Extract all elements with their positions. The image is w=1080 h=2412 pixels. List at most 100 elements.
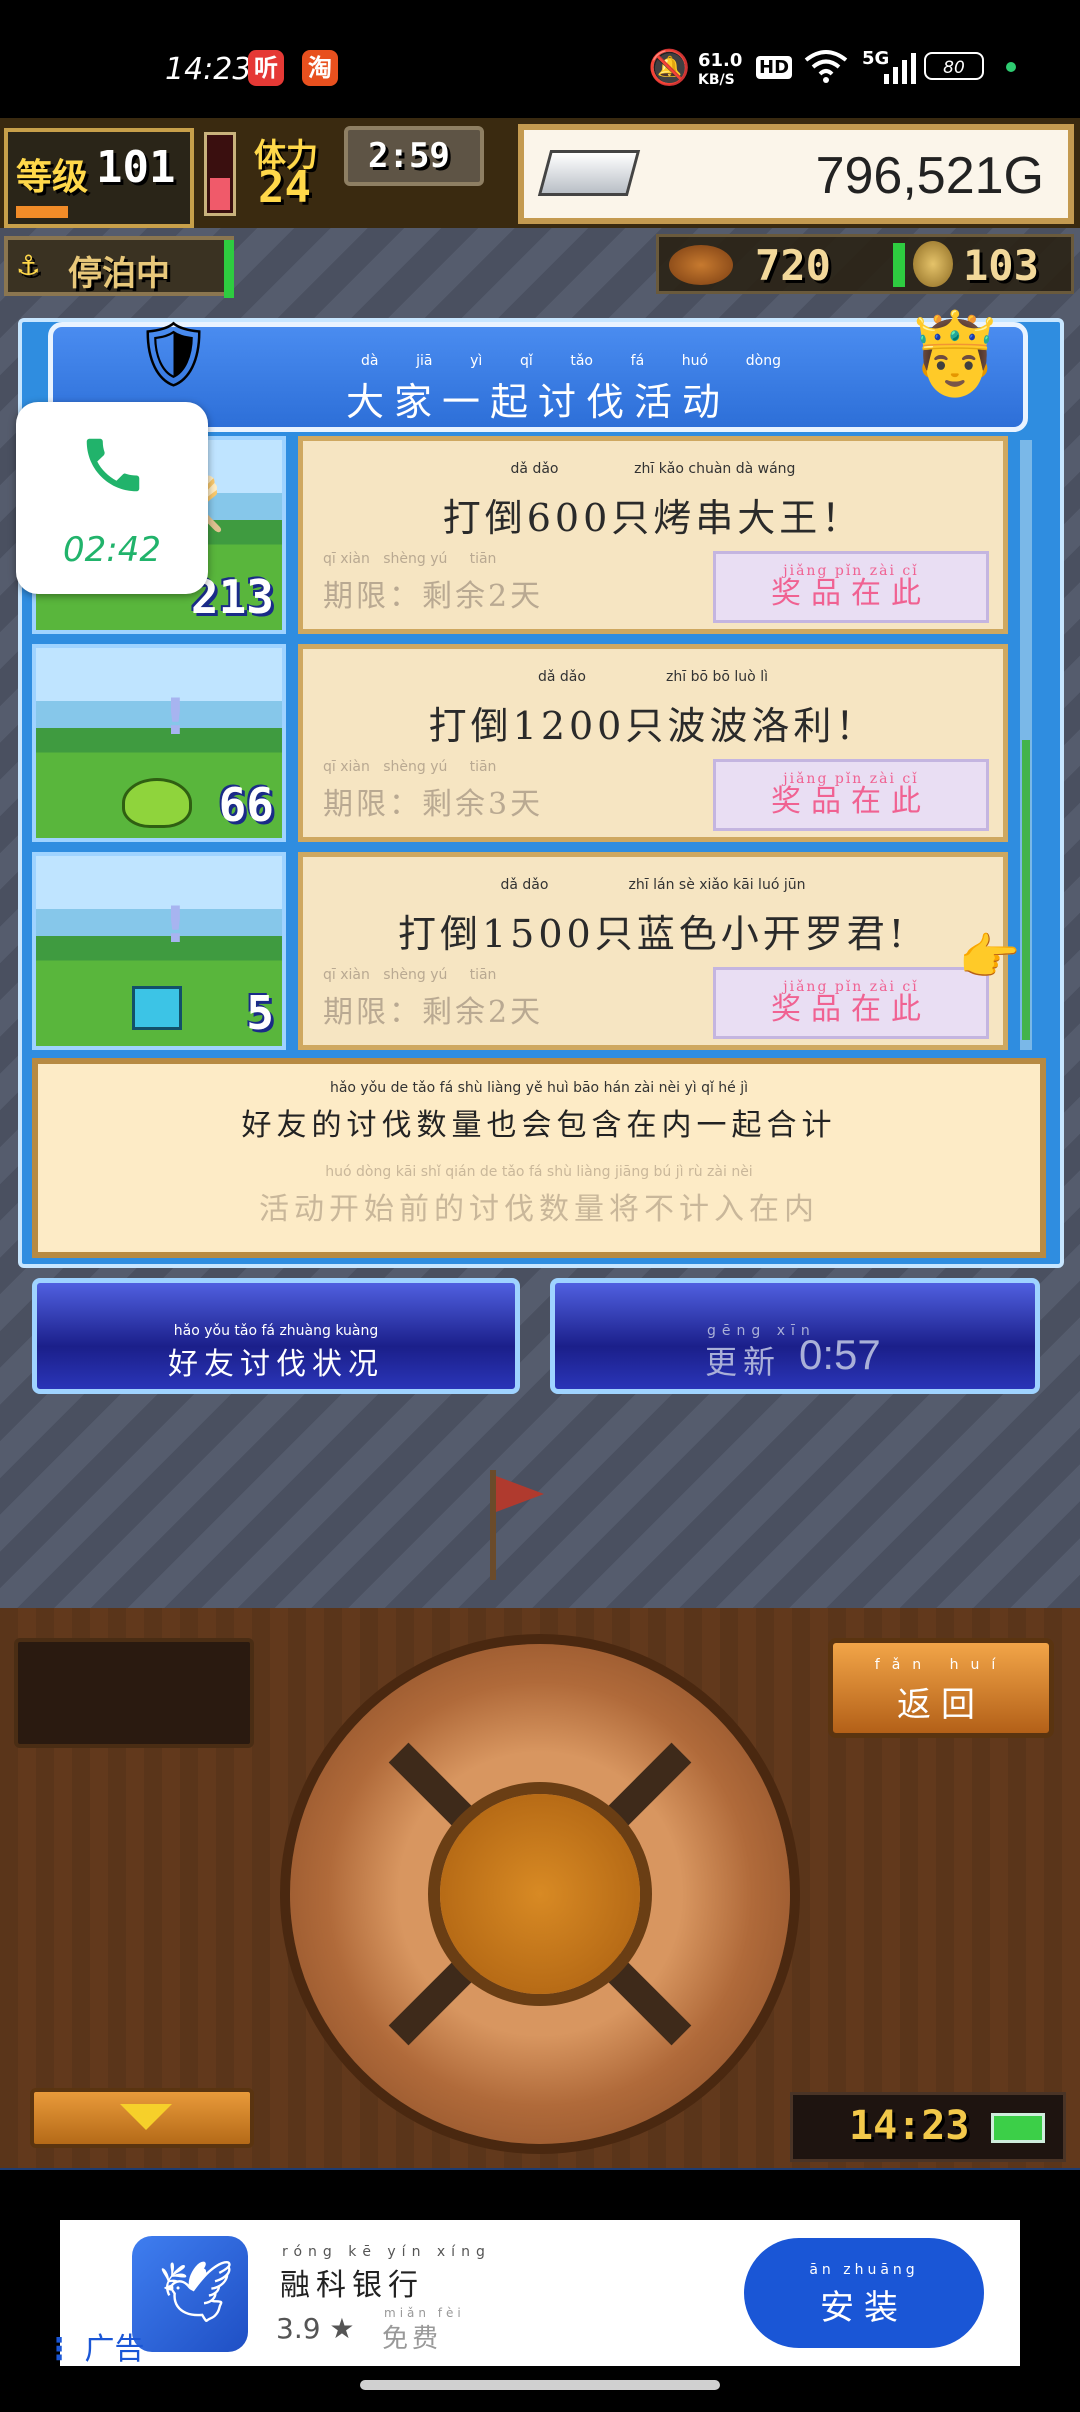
pinyin: yì: [470, 353, 483, 369]
info-line1: 好友的讨伐数量也会包含在内一起合计: [241, 1108, 837, 1143]
mission-card: dǎ dǎo zhī lán sè xiǎo kāi luó jūn 打倒150…: [298, 852, 1008, 1050]
mission-card: dǎ dǎo zhī bō bō luò lì 打倒1200只波波洛利！ qī …: [298, 644, 1008, 842]
battery-icon: [991, 2113, 1045, 2143]
ad-label: ⋮ 广告: [44, 2324, 144, 2368]
mission-count: 66: [218, 778, 274, 832]
exclamation-icon: !: [164, 896, 187, 954]
gold-bar-icon: [537, 150, 641, 196]
mission-thumb: ! 5: [32, 852, 286, 1050]
stamina-fill: [210, 178, 230, 210]
reward-label: 奖品在此: [771, 992, 931, 1027]
mission-card: dǎ dǎo zhī kǎo chuàn dà wáng 打倒600只烤串大王！…: [298, 436, 1008, 634]
ad-label-text: 广告: [84, 2332, 145, 2367]
network-speed-value: 61.0: [698, 50, 743, 71]
down-arrow-icon: [120, 2104, 172, 2130]
ad-separator: [0, 2168, 1080, 2220]
dpad[interactable]: [290, 1644, 790, 2144]
mission-row: ! 5 dǎ dǎo zhī lán sè xiǎo kāi luó jūn 打…: [32, 852, 1028, 1050]
pinyin: qǐ: [519, 353, 533, 369]
status-bar: 14:23 听 淘 🔕 61.0 KB/S HD 5G 80: [0, 0, 1080, 118]
poporoli-slime-sprite: [122, 778, 192, 828]
reward-pinyin: jiǎng pǐn zài cǐ: [783, 771, 919, 787]
privacy-dot: [1006, 62, 1016, 72]
battery-indicator: 80: [924, 52, 984, 80]
timer-box: 2:59: [344, 126, 484, 186]
reward-label: 奖品在此: [771, 576, 931, 611]
back-label: 返回: [897, 1685, 985, 1725]
reward-label: 奖品在此: [771, 784, 931, 819]
dpad-center-button[interactable]: [440, 1794, 640, 1994]
console-clock-box: 14:23: [790, 2092, 1066, 2162]
install-pinyin: ān zhuāng: [809, 2262, 919, 2278]
mute-icon: 🔕: [648, 48, 691, 88]
deadline-pinyin: qī xiàn shèng yú tiān: [323, 551, 497, 567]
deadline-pinyin: qī xiàn shèng yú tiān: [323, 759, 497, 775]
refresh-button[interactable]: gēng xīn 更新 0:57: [550, 1278, 1040, 1394]
mission-row: ! 66 dǎ dǎo zhī bō bō luò lì 打倒1200只波波洛利…: [32, 644, 1028, 842]
level-value: 101: [96, 142, 176, 193]
friend-status-label: 好友讨伐状况: [168, 1347, 384, 1382]
wifi-icon: [804, 48, 848, 88]
resource-2: 103: [963, 241, 1039, 290]
friend-status-pinyin: hǎo yǒu tǎo fá zhuàng kuàng: [173, 1323, 379, 1339]
call-duration: 02:42: [63, 530, 161, 570]
mission-deadline: 期限：剩余3天: [323, 787, 544, 822]
free-label: 免费: [382, 2324, 443, 2354]
coin-icon: [913, 241, 953, 287]
king-sprite: 🤴: [905, 307, 1005, 400]
back-button[interactable]: fǎn huí 返回: [828, 1638, 1054, 1738]
ad-banner[interactable]: 🕊 róng kē yín xíng 融科银行 3.9 ★ miǎn fèi 免…: [44, 2220, 1020, 2367]
phone-icon: [78, 430, 148, 504]
listen-app-icon: 听: [248, 50, 284, 86]
dock-progress: [224, 240, 234, 298]
app-name: 融科银行: [280, 2268, 424, 2303]
mission-deadline: 期限：剩余2天: [323, 995, 544, 1030]
info-line2-pinyin: huó dòng kāi shǐ qián de tǎo fá shù liàn…: [325, 1164, 753, 1180]
event-title-pinyin: dà jiā yì qǐ tǎo fá huó dòng: [361, 353, 781, 369]
exp-bar: [16, 206, 68, 218]
reward-button[interactable]: jiǎng pǐn zài cǐ 奖品在此: [713, 759, 989, 831]
app-rating: 3.9 ★: [276, 2312, 355, 2345]
dock-status: 停泊中: [68, 254, 170, 294]
bird-logo-icon: 🕊: [158, 2257, 235, 2327]
info-line2: 活动开始前的讨伐数量将不计入在内: [259, 1192, 819, 1227]
app-name-pinyin: róng kē yín xíng: [282, 2244, 491, 2260]
mission-title-pinyin: dǎ dǎo zhī kǎo chuàn dà wáng: [510, 461, 796, 477]
mission-deadline: 期限：剩余2天: [323, 579, 544, 614]
mission-title-pinyin: dǎ dǎo zhī lán sè xiǎo kāi luó jūn: [500, 877, 806, 893]
empty-slot: [14, 1638, 254, 1748]
gold-box: 796,521G: [518, 124, 1074, 224]
down-toggle-button[interactable]: [30, 2088, 254, 2148]
bank-app-icon: 🕊: [132, 2236, 248, 2352]
game-console: fǎn huí 返回 14:23: [0, 1608, 1080, 2168]
reward-pinyin: jiǎng pǐn zài cǐ: [783, 563, 919, 579]
pinyin: fá: [630, 353, 645, 369]
event-info-box: hǎo yǒu de tǎo fá shù liàng yě huì bāo h…: [32, 1058, 1046, 1258]
anchor-icon: ⚓: [18, 244, 39, 284]
pointer-hand-icon: 👈: [960, 928, 1023, 986]
bread-icon: [669, 245, 733, 285]
red-flag-icon: [496, 1476, 544, 1512]
stamina-gauge: [204, 132, 236, 216]
reward-pinyin: jiǎng pǐn zài cǐ: [783, 979, 919, 995]
resource-divider: [893, 243, 905, 287]
winged-knight-sprite: 🛡: [133, 318, 215, 392]
level-box: 等级 101: [4, 128, 194, 228]
reward-button[interactable]: jiǎng pǐn zài cǐ 奖品在此: [713, 967, 989, 1039]
info-line1-pinyin: hǎo yǒu de tǎo fá shù liàng yě huì bāo h…: [329, 1080, 749, 1096]
exclamation-icon: !: [164, 688, 187, 746]
install-button[interactable]: ān zhuāng 安装: [744, 2238, 984, 2348]
mission-count: 5: [246, 986, 274, 1040]
resource-box: 720 103: [656, 234, 1074, 294]
pinyin: dòng: [745, 353, 781, 369]
hd-badge: HD: [756, 56, 793, 79]
refresh-timer: 0:57: [799, 1331, 881, 1378]
friend-status-button[interactable]: hǎo yǒu tǎo fá zhuàng kuàng 好友讨伐状况: [32, 1278, 520, 1394]
home-indicator[interactable]: [360, 2380, 720, 2390]
pinyin: tǎo: [570, 353, 593, 369]
taobao-app-icon: 淘: [302, 50, 338, 86]
mission-title-pinyin: dǎ dǎo zhī bō bō luò lì: [538, 669, 768, 685]
pinyin: huó: [681, 353, 709, 369]
reward-button[interactable]: jiǎng pǐn zài cǐ 奖品在此: [713, 551, 989, 623]
call-floating-window[interactable]: 02:42: [16, 402, 208, 594]
